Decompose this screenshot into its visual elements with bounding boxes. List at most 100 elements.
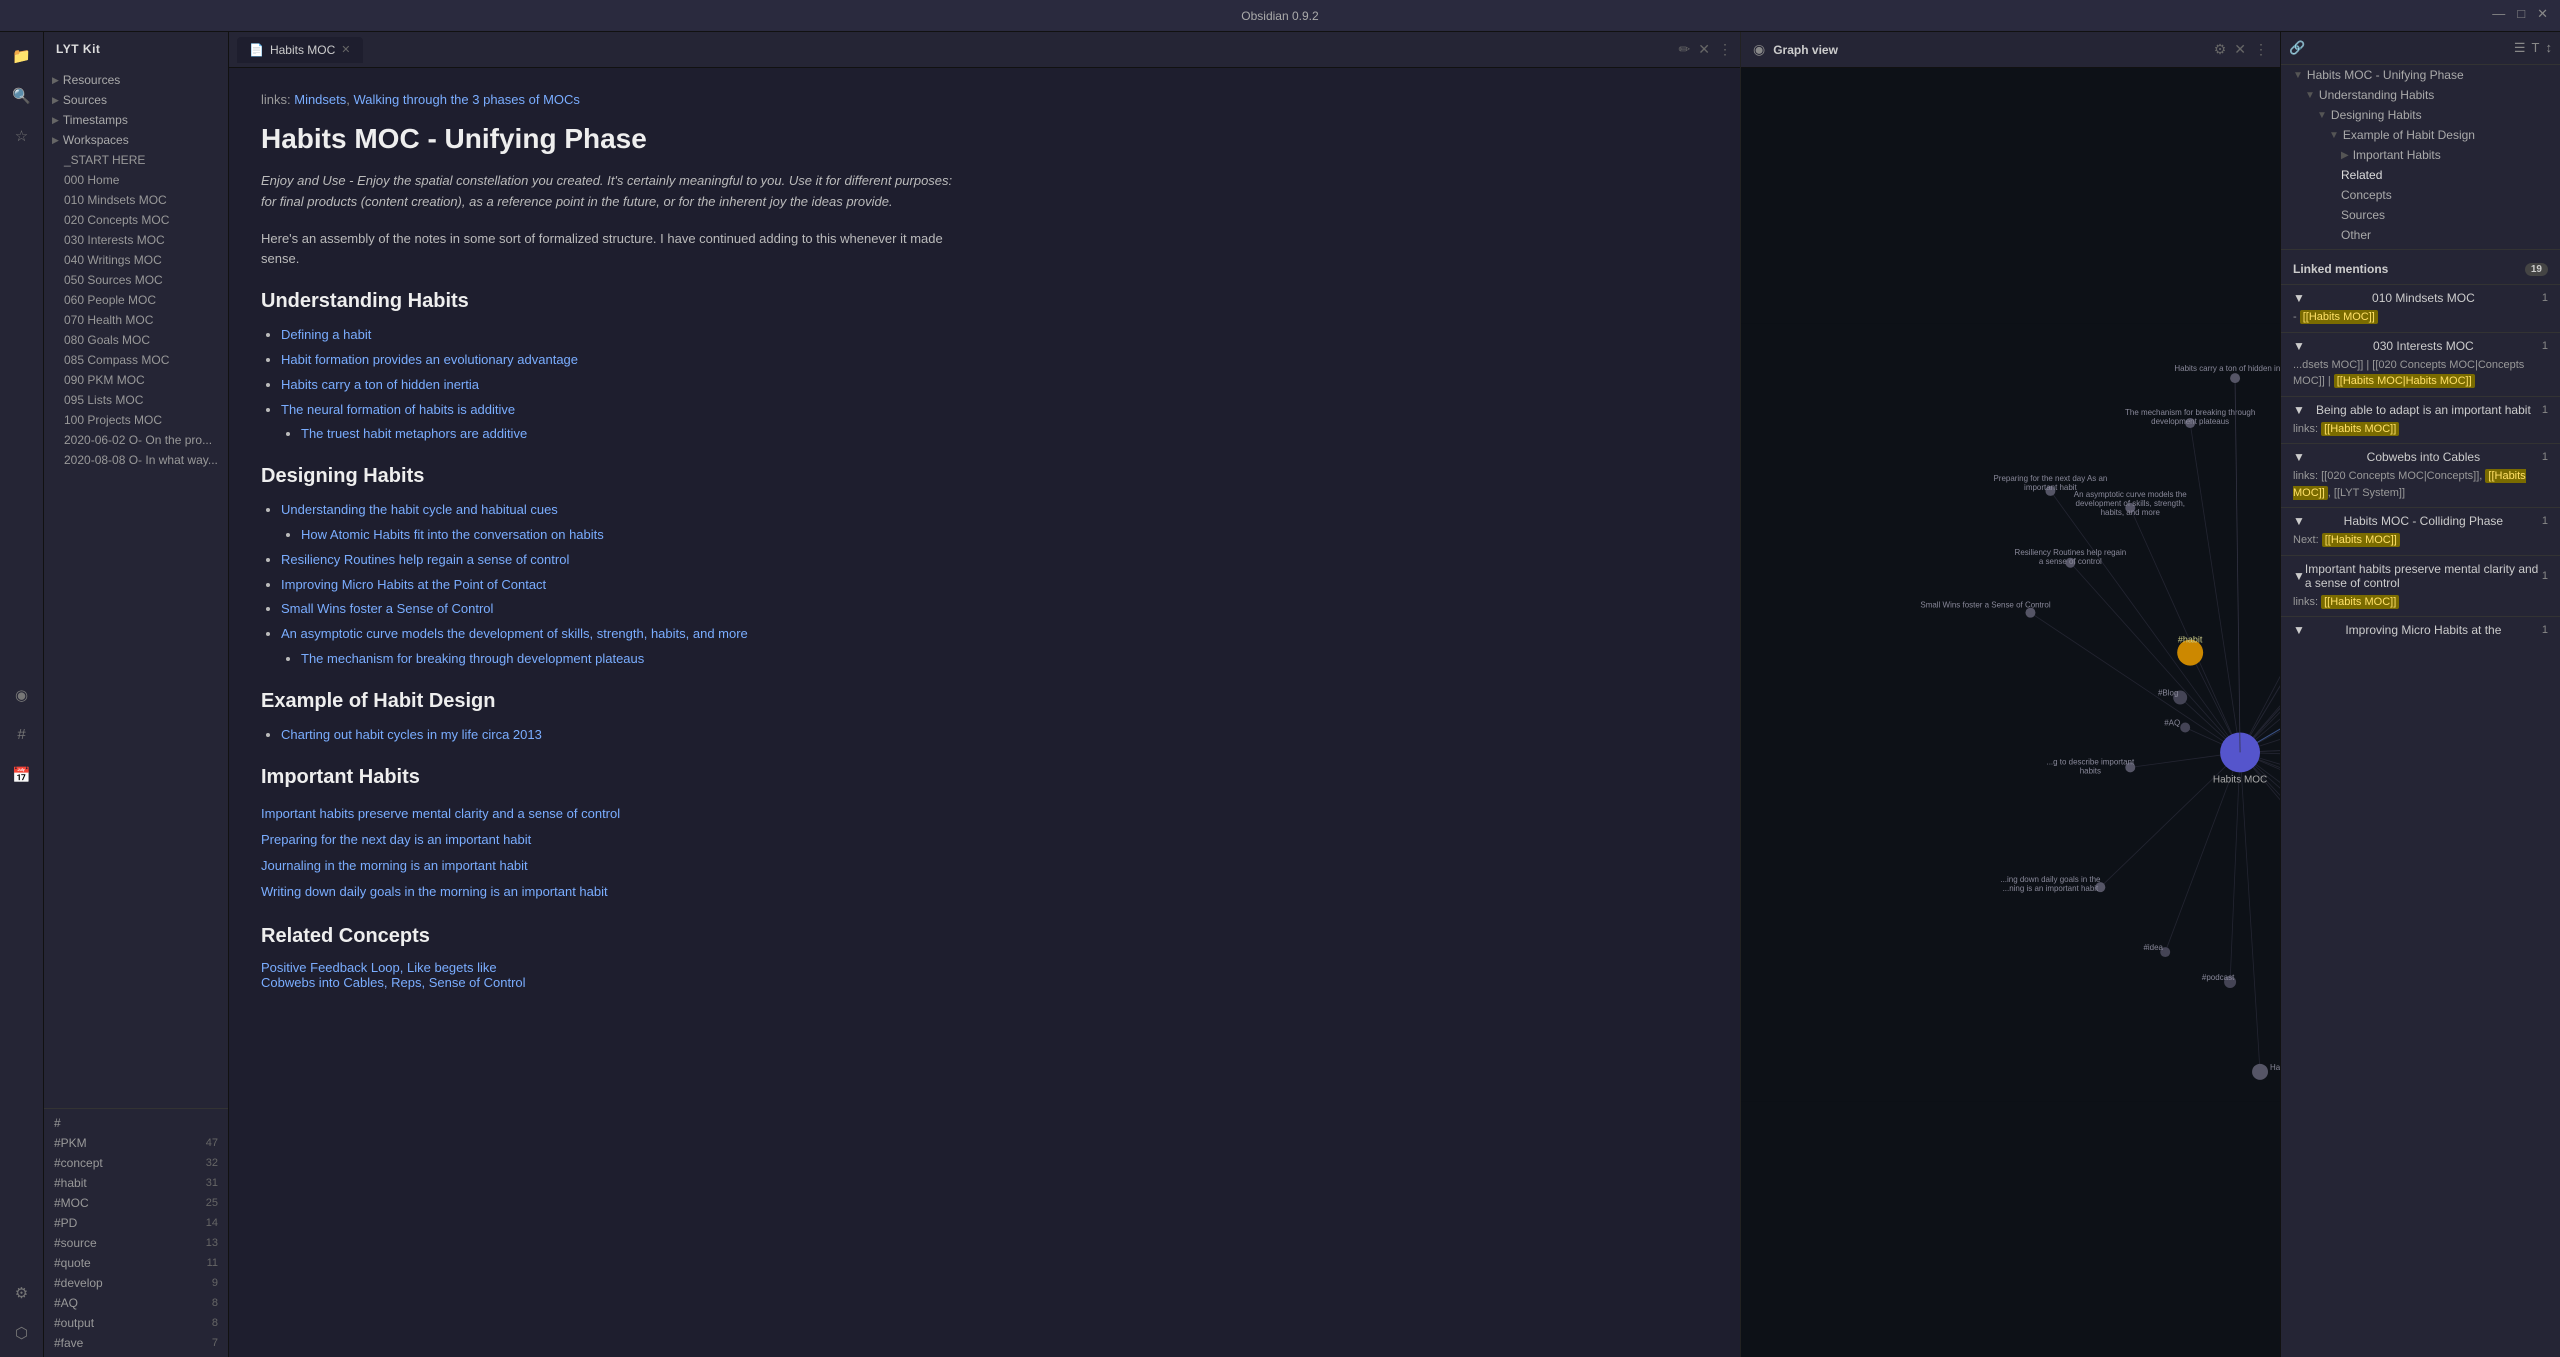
outline-label: Example of Habit Design [2343, 128, 2475, 142]
outline-item-related[interactable]: Related [2281, 165, 2560, 185]
outline-item-root[interactable]: ▼ Habits MOC - Unifying Phase [2281, 65, 2560, 85]
tag-aq[interactable]: #AQ 8 [44, 1293, 228, 1313]
link-defining[interactable]: Defining a habit [281, 327, 371, 342]
tag-develop[interactable]: #develop 9 [44, 1273, 228, 1293]
sidebar-item-040[interactable]: 040 Writings MOC [44, 250, 228, 270]
outline-item-sources[interactable]: Sources [2281, 205, 2560, 225]
sidebar-section-resources[interactable]: ▶ Resources [44, 70, 228, 90]
graph-canvas[interactable]: Habits MOC Habits MOC - Colliding Phase … [1741, 68, 2280, 1357]
link-mechanism[interactable]: The mechanism for breaking through devel… [301, 651, 644, 666]
maximize-button[interactable]: □ [2517, 6, 2525, 22]
editor-tab-habits-moc[interactable]: 📄 Habits MOC ✕ [237, 37, 363, 63]
minimize-button[interactable]: — [2492, 6, 2505, 22]
link-resiliency[interactable]: Resiliency Routines help regain a sense … [281, 552, 569, 567]
sidebar-item-060[interactable]: 060 People MOC [44, 290, 228, 310]
link-mindsets[interactable]: Mindsets [294, 92, 346, 107]
more-icon[interactable]: ⋮ [1718, 41, 1732, 58]
tab-close[interactable]: ✕ [341, 43, 350, 56]
sidebar-item-085[interactable]: 085 Compass MOC [44, 350, 228, 370]
link-neural[interactable]: The neural formation of habits is additi… [281, 402, 515, 417]
sidebar-link-icon[interactable]: 🔗 [2289, 40, 2305, 56]
sidebar-item-070[interactable]: 070 Health MOC [44, 310, 228, 330]
sidebar-item-010[interactable]: 010 Mindsets MOC [44, 190, 228, 210]
sidebar-item-2020b[interactable]: 2020-08-08 O- In what way... [44, 450, 228, 470]
backlink-title[interactable]: ▼ Cobwebs into Cables 1 [2293, 450, 2548, 464]
tag-pkm[interactable]: #PKM 47 [44, 1133, 228, 1153]
sidebar-item-030[interactable]: 030 Interests MOC [44, 230, 228, 250]
close-button[interactable]: ✕ [2537, 6, 2548, 22]
link-atomic-fit[interactable]: How Atomic Habits fit into the conversat… [301, 527, 604, 542]
backlink-title[interactable]: ▼ Important habits preserve mental clari… [2293, 562, 2548, 590]
sidebar-item-start[interactable]: _START HERE [44, 150, 228, 170]
link-asymptotic[interactable]: An asymptotic curve models the developme… [281, 626, 748, 641]
link-reps[interactable]: Reps [391, 975, 421, 990]
outline-item-designing[interactable]: ▼ Designing Habits [2281, 105, 2560, 125]
backlink-title[interactable]: ▼ Habits MOC - Colliding Phase 1 [2293, 514, 2548, 528]
link-walking[interactable]: Walking through the 3 phases of MOCs [354, 92, 580, 107]
tag-output[interactable]: #output 8 [44, 1313, 228, 1333]
backlink-title[interactable]: ▼ 030 Interests MOC 1 [2293, 339, 2548, 353]
tag-hash[interactable]: # [44, 1113, 228, 1133]
link-evolution[interactable]: Habit formation provides an evolutionary… [281, 352, 578, 367]
tag-quote[interactable]: #quote 11 [44, 1253, 228, 1273]
link-like-begets[interactable]: Like begets like [407, 960, 497, 975]
svg-text:Habits MOC - Assembling Phase: Habits MOC - Assembling Phase [2270, 1063, 2280, 1072]
link-charting[interactable]: Charting out habit cycles in my life cir… [281, 727, 542, 742]
link-inertia[interactable]: Habits carry a ton of hidden inertia [281, 377, 479, 392]
outline-item-important[interactable]: ▶ Important Habits [2281, 145, 2560, 165]
link-truest[interactable]: The truest habit metaphors are additive [301, 426, 527, 441]
activity-bookmark[interactable]: ☆ [6, 120, 38, 152]
tag-source[interactable]: #source 13 [44, 1233, 228, 1253]
sidebar-item-2020a[interactable]: 2020-06-02 O- On the pro... [44, 430, 228, 450]
activity-graph-small[interactable]: ◉ [6, 679, 38, 711]
link-daily-goals[interactable]: Writing down daily goals in the morning … [261, 879, 957, 905]
graph-close-icon[interactable]: ✕ [2234, 41, 2246, 58]
link-clarity[interactable]: Important habits preserve mental clarity… [261, 801, 957, 827]
sidebar-item-100[interactable]: 100 Projects MOC [44, 410, 228, 430]
link-sense[interactable]: Sense of Control [429, 975, 526, 990]
sidebar-item-095[interactable]: 095 Lists MOC [44, 390, 228, 410]
backlink-title[interactable]: ▼ 010 Mindsets MOC 1 [2293, 291, 2548, 305]
tag-fave[interactable]: #fave 7 [44, 1333, 228, 1353]
close-icon[interactable]: ✕ [1698, 41, 1710, 58]
tag-moc[interactable]: #MOC 25 [44, 1193, 228, 1213]
link-small-wins[interactable]: Small Wins foster a Sense of Control [281, 601, 493, 616]
link-journaling[interactable]: Journaling in the morning is an importan… [261, 853, 957, 879]
sidebar-item-000[interactable]: 000 Home [44, 170, 228, 190]
tag-pd[interactable]: #PD 14 [44, 1213, 228, 1233]
graph-more-icon[interactable]: ⋮ [2254, 41, 2268, 58]
outline-item-example[interactable]: ▼ Example of Habit Design [2281, 125, 2560, 145]
activity-tag[interactable]: # [6, 719, 38, 751]
activity-calendar[interactable]: 📅 [6, 759, 38, 791]
activity-folder[interactable]: 📁 [6, 40, 38, 72]
backlink-title[interactable]: ▼ Being able to adapt is an important ha… [2293, 403, 2548, 417]
link-cobwebs[interactable]: Cobwebs into Cables [261, 975, 384, 990]
sidebar-item-090[interactable]: 090 PKM MOC [44, 370, 228, 390]
sidebar-section-workspaces[interactable]: ▶ Workspaces [44, 130, 228, 150]
sidebar-item-020[interactable]: 020 Concepts MOC [44, 210, 228, 230]
tag-concept[interactable]: #concept 32 [44, 1153, 228, 1173]
activity-settings[interactable]: ⚙ [6, 1277, 38, 1309]
outline-item-other[interactable]: Other [2281, 225, 2560, 245]
outline-item-concepts[interactable]: Concepts [2281, 185, 2560, 205]
sidebar-item-050[interactable]: 050 Sources MOC [44, 270, 228, 290]
link-preparing[interactable]: Preparing for the next day is an importa… [261, 827, 957, 853]
activity-plugin[interactable]: ⬡ [6, 1317, 38, 1349]
link-improving[interactable]: Improving Micro Habits at the Point of C… [281, 577, 546, 592]
sidebar-sort-icon[interactable]: ↕ [2546, 40, 2553, 56]
sidebar-section-timestamps[interactable]: ▶ Timestamps [44, 110, 228, 130]
backlink-title[interactable]: ▼ Improving Micro Habits at the 1 [2293, 623, 2548, 637]
edit-icon[interactable]: ✏ [1679, 41, 1691, 58]
sidebar-section-sources[interactable]: ▶ Sources [44, 90, 228, 110]
sidebar-item-080[interactable]: 080 Goals MOC [44, 330, 228, 350]
outline-item-understanding[interactable]: ▼ Understanding Habits [2281, 85, 2560, 105]
tag-habit[interactable]: #habit 31 [44, 1173, 228, 1193]
activity-search[interactable]: 🔍 [6, 80, 38, 112]
sidebar-list-icon[interactable]: ☰ [2514, 40, 2526, 56]
graph-settings-icon[interactable]: ⚙ [2214, 41, 2227, 58]
link-positive[interactable]: Positive Feedback Loop [261, 960, 400, 975]
link-habit-cycle[interactable]: Understanding the habit cycle and habitu… [281, 502, 558, 517]
backlinks-header[interactable]: Linked mentions 19 [2281, 254, 2560, 284]
sidebar-text-icon[interactable]: T [2532, 40, 2540, 56]
activity-file[interactable] [6, 639, 38, 671]
